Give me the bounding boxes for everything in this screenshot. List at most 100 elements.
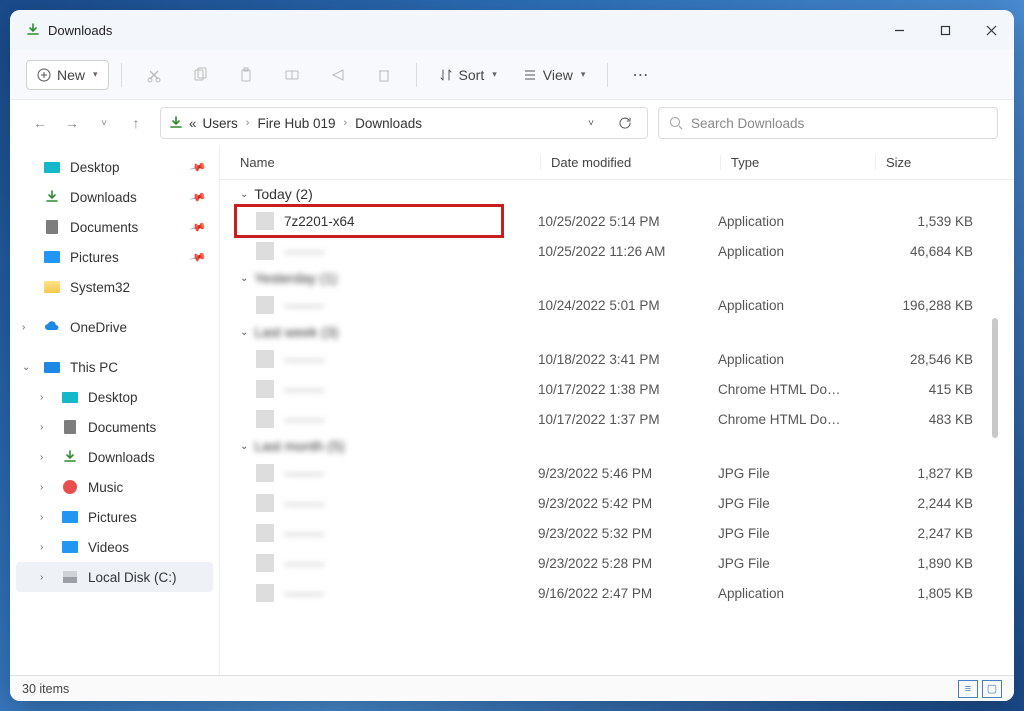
chevron-right-icon: › — [40, 572, 43, 583]
file-row[interactable]: ———10/24/2022 5:01 PMApplication196,288 … — [220, 290, 1014, 320]
separator — [121, 63, 122, 87]
navigation-pane: Desktop📌Downloads📌Documents📌Pictures📌Sys… — [10, 146, 220, 675]
download-icon — [62, 449, 78, 465]
sidebar-item[interactable]: Documents📌 — [10, 212, 219, 242]
chevron-down-icon[interactable]: ˅ — [577, 118, 605, 129]
new-button[interactable]: New ▾ — [26, 60, 109, 90]
large-icons-view-button[interactable]: ▢ — [982, 680, 1002, 698]
sort-button[interactable]: Sort ▾ — [429, 61, 507, 89]
column-name[interactable]: Name — [240, 155, 540, 170]
file-icon — [256, 350, 274, 368]
column-date[interactable]: Date modified — [540, 155, 720, 170]
group-header[interactable]: ⌄Last month (5) — [220, 434, 1014, 458]
breadcrumb[interactable]: Downloads — [355, 116, 422, 131]
view-label: View — [543, 67, 573, 83]
chevron-right-icon: › — [40, 422, 43, 433]
file-date: 9/23/2022 5:46 PM — [538, 466, 718, 481]
address-bar[interactable]: « Users › Fire Hub 019 › Downloads ˅ — [160, 107, 648, 139]
sidebar-label: System32 — [70, 280, 130, 295]
file-row[interactable]: ———9/23/2022 5:42 PMJPG File2,244 KB — [220, 488, 1014, 518]
sidebar-item[interactable]: Downloads📌 — [10, 182, 219, 212]
group-header[interactable]: ⌄Last week (3) — [220, 320, 1014, 344]
minimize-button[interactable] — [876, 10, 922, 50]
file-size: 2,247 KB — [873, 526, 973, 541]
back-button[interactable]: ← — [26, 109, 54, 137]
sort-label: Sort — [459, 67, 485, 83]
music-icon — [62, 479, 78, 495]
sidebar-item[interactable]: System32 — [10, 272, 219, 302]
group-header[interactable]: ⌄Yesterday (1) — [220, 266, 1014, 290]
picture-icon — [62, 509, 78, 525]
file-row[interactable]: ———9/23/2022 5:46 PMJPG File1,827 KB — [220, 458, 1014, 488]
paste-button[interactable] — [226, 57, 266, 93]
sidebar-item[interactable]: ›Local Disk (C:) — [16, 562, 213, 592]
file-row[interactable]: ———10/18/2022 3:41 PMApplication28,546 K… — [220, 344, 1014, 374]
sidebar-item[interactable]: Desktop📌 — [10, 152, 219, 182]
share-button[interactable] — [318, 57, 358, 93]
scrollbar[interactable] — [992, 318, 998, 438]
file-row[interactable]: ———10/17/2022 1:37 PMChrome HTML Do…483 … — [220, 404, 1014, 434]
sidebar-item[interactable]: › Desktop — [10, 382, 219, 412]
chevron-right-icon: › — [40, 512, 43, 523]
view-mode-icons: ≡ ▢ — [958, 680, 1002, 698]
file-row[interactable]: ———9/16/2022 2:47 PMApplication1,805 KB — [220, 578, 1014, 608]
file-row[interactable]: ———10/25/2022 11:26 AMApplication46,684 … — [220, 236, 1014, 266]
chevron-right-icon: › — [40, 452, 43, 463]
search-icon — [669, 116, 683, 130]
sidebar-item-onedrive[interactable]: ›OneDrive — [10, 312, 219, 342]
file-type: JPG File — [718, 496, 873, 511]
details-view-button[interactable]: ≡ — [958, 680, 978, 698]
file-size: 46,684 KB — [873, 244, 973, 259]
sidebar-item-thispc[interactable]: ⌄This PC — [10, 352, 219, 382]
file-name: ——— — [284, 586, 538, 601]
sidebar-item[interactable]: ›Music — [10, 472, 219, 502]
file-size: 415 KB — [873, 382, 973, 397]
sidebar-item[interactable]: Pictures📌 — [10, 242, 219, 272]
breadcrumb[interactable]: Fire Hub 019 — [257, 116, 335, 131]
sidebar-item[interactable]: ›Videos — [10, 532, 219, 562]
copy-button[interactable] — [180, 57, 220, 93]
file-row[interactable]: ———9/23/2022 5:28 PMJPG File1,890 KB — [220, 548, 1014, 578]
rename-button[interactable] — [272, 57, 312, 93]
sidebar-item[interactable]: ›Pictures — [10, 502, 219, 532]
up-button[interactable]: ↑ — [122, 109, 150, 137]
file-row[interactable]: ———10/17/2022 1:38 PMChrome HTML Do…415 … — [220, 374, 1014, 404]
chevron-right-icon: › — [40, 542, 43, 553]
column-type[interactable]: Type — [720, 155, 875, 170]
file-date: 10/18/2022 3:41 PM — [538, 352, 718, 367]
new-label: New — [57, 67, 85, 83]
refresh-button[interactable] — [611, 116, 639, 130]
view-button[interactable]: View ▾ — [513, 61, 596, 89]
file-rows: ⌄Today (2)7z2201-x6410/25/2022 5:14 PMAp… — [220, 180, 1014, 675]
sidebar-item[interactable]: ›Downloads — [10, 442, 219, 472]
file-type: Application — [718, 298, 873, 313]
file-icon — [256, 212, 274, 230]
desktop-icon — [44, 159, 60, 175]
file-icon — [256, 410, 274, 428]
maximize-button[interactable] — [922, 10, 968, 50]
file-name: ——— — [284, 526, 538, 541]
column-size[interactable]: Size — [875, 155, 985, 170]
chevron-right-icon: › — [40, 392, 43, 403]
sidebar-label: Desktop — [88, 390, 138, 405]
search-box[interactable]: Search Downloads — [658, 107, 998, 139]
group-header[interactable]: ⌄Today (2) — [220, 182, 1014, 206]
close-button[interactable] — [968, 10, 1014, 50]
delete-button[interactable] — [364, 57, 404, 93]
file-date: 10/17/2022 1:37 PM — [538, 412, 718, 427]
file-row[interactable]: ———9/23/2022 5:32 PMJPG File2,247 KB — [220, 518, 1014, 548]
cut-button[interactable] — [134, 57, 174, 93]
group-label: Today (2) — [254, 186, 312, 202]
file-type: Chrome HTML Do… — [718, 412, 873, 427]
more-button[interactable]: ⋯ — [620, 57, 660, 93]
file-row[interactable]: 7z2201-x6410/25/2022 5:14 PMApplication1… — [220, 206, 1014, 236]
pin-icon: 📌 — [189, 158, 207, 176]
breadcrumb[interactable]: Users — [203, 116, 238, 131]
recent-button[interactable]: ˅ — [90, 109, 118, 137]
chevron-down-icon: ▾ — [492, 69, 497, 80]
sidebar-item[interactable]: ›Documents — [10, 412, 219, 442]
file-size: 1,805 KB — [873, 586, 973, 601]
group-label: Last month (5) — [254, 438, 344, 454]
forward-button[interactable]: → — [58, 109, 86, 137]
file-size: 28,546 KB — [873, 352, 973, 367]
